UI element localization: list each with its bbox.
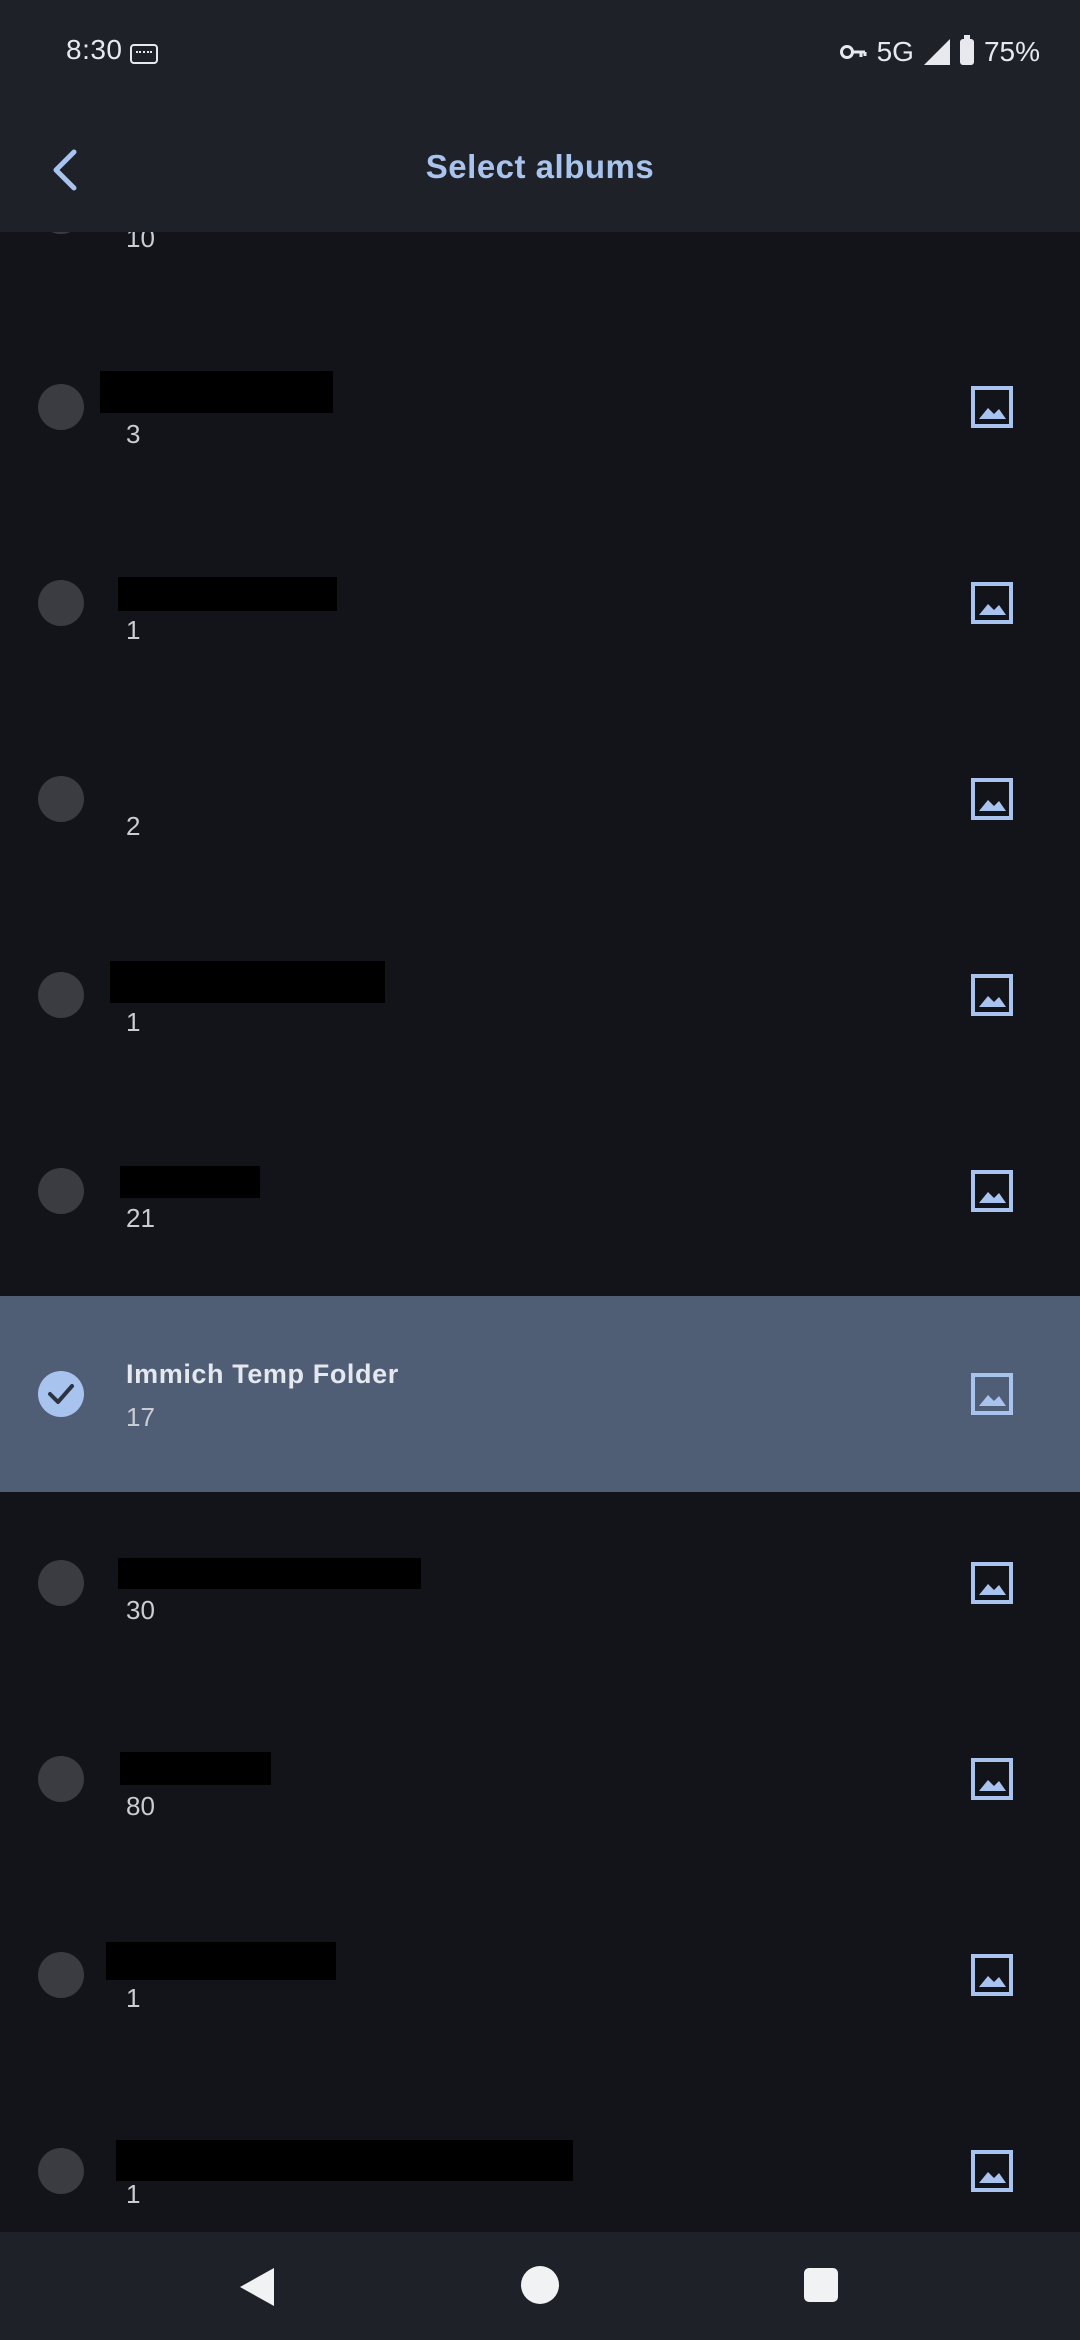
album-row-selected[interactable]: Immich Temp Folder 17 [0,1296,1080,1492]
system-nav-bar [0,2232,1080,2340]
album-count: 30 [126,1595,155,1625]
radio-checked[interactable] [38,1371,84,1417]
image-icon[interactable] [970,1169,1014,1213]
radio-unchecked[interactable] [38,1560,84,1606]
image-icon[interactable] [970,581,1014,625]
image-icon[interactable] [970,1561,1014,1605]
radio-unchecked[interactable] [38,972,84,1018]
album-row[interactable]: 2 [0,701,1080,897]
recents-square-icon[interactable] [804,2268,838,2302]
image-icon[interactable] [970,1757,1014,1801]
checkmark-icon [48,1384,74,1404]
album-name: Immich Temp Folder [126,1359,399,1389]
sim-card-icon [130,44,158,64]
network-type: 5G [876,36,914,67]
album-count: 17 [126,1402,155,1432]
radio-unchecked[interactable] [38,2148,84,2194]
album-row[interactable]: 10 [0,232,1080,309]
radio-unchecked[interactable] [38,1756,84,1802]
home-circle-icon[interactable] [521,2266,559,2304]
status-bar: 8:30 5G 75% [0,0,1080,108]
signal-icon [923,39,950,65]
album-row[interactable]: 1 [0,505,1080,701]
album-count: 1 [126,615,141,645]
album-row[interactable]: 80 [0,1681,1080,1877]
status-time: 8:30 [66,34,123,65]
redacted-album-name [100,371,333,413]
image-icon[interactable] [970,385,1014,429]
radio-unchecked[interactable] [38,384,84,430]
radio-unchecked[interactable] [38,232,84,234]
album-count: 1 [126,1007,141,1037]
image-icon[interactable] [970,1953,1014,1997]
radio-unchecked[interactable] [38,1168,84,1214]
album-count: 1 [126,1983,141,2013]
album-count: 10 [126,232,155,253]
album-row[interactable]: 1 [0,1877,1080,2073]
radio-unchecked[interactable] [38,776,84,822]
radio-unchecked[interactable] [38,580,84,626]
battery-icon [959,35,974,65]
page-title: Select albums [425,148,655,185]
battery-percent: 75% [983,36,1040,67]
back-triangle-icon[interactable] [240,2268,274,2306]
vpn-key-icon [839,45,867,59]
redacted-album-name [118,1558,421,1589]
radio-unchecked[interactable] [38,1952,84,1998]
album-count: 2 [126,811,141,841]
redacted-album-name [120,1166,260,1198]
redacted-album-name [116,2140,573,2181]
album-row[interactable]: 21 [0,1093,1080,1289]
image-icon[interactable] [970,232,1014,233]
album-row[interactable]: 1 [0,897,1080,1093]
redacted-album-name [106,1942,336,1980]
status-indicators: 5G 75% [839,34,1040,70]
app-bar: Select albums [0,108,1080,232]
image-icon[interactable] [970,973,1014,1017]
image-icon[interactable] [970,777,1014,821]
album-count: 80 [126,1791,155,1821]
album-row[interactable]: 3 [0,309,1080,505]
album-count: 1 [126,2179,141,2209]
redacted-album-name [118,577,337,611]
album-row[interactable]: 1 [0,2073,1080,2232]
album-count: 21 [126,1203,155,1233]
image-icon[interactable] [970,2149,1014,2193]
redacted-album-name [110,961,385,1003]
image-icon[interactable] [970,1372,1014,1416]
album-row[interactable]: 30 [0,1485,1080,1681]
album-count: 3 [126,419,141,449]
album-list[interactable]: 10 3 1 2 1 21 Immich Temp Folder 17 30 8… [0,232,1080,2232]
redacted-album-name [120,1752,271,1785]
